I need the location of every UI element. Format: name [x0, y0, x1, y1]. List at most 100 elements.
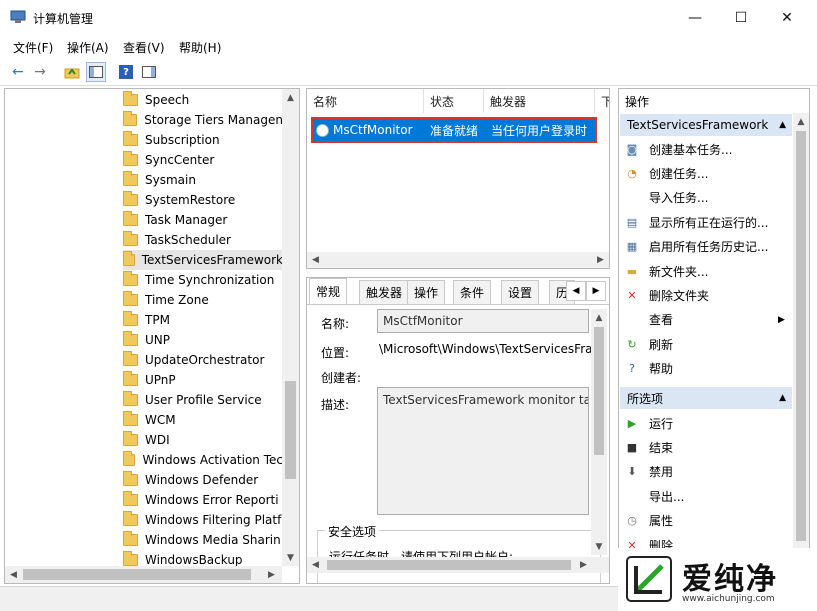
scroll-thumb[interactable]	[327, 560, 571, 570]
menu-file[interactable]: 文件(F)	[13, 39, 53, 56]
action-item[interactable]: 导出...	[625, 485, 684, 507]
scroll-right-icon[interactable]: ▶	[592, 252, 609, 268]
up-folder-button[interactable]	[62, 62, 82, 82]
tree-item-label: UpdateOrchestrator	[145, 353, 265, 367]
tree-item[interactable]: TPM	[123, 310, 283, 330]
folder-icon	[123, 111, 138, 126]
action-item[interactable]: ▤ 显示所有正在运行的...	[625, 211, 769, 233]
tree-item[interactable]: Storage Tiers Managen	[123, 110, 283, 130]
action-item[interactable]: ■ 结束	[625, 436, 673, 458]
action-label: 新文件夹...	[649, 264, 709, 279]
tab-scroll-left-icon[interactable]: ◀	[566, 281, 586, 301]
tree-item[interactable]: Task Manager	[123, 210, 283, 230]
forward-button[interactable]: →	[30, 62, 50, 82]
tree-item[interactable]: TaskScheduler	[123, 230, 283, 250]
tab-actions[interactable]: 操作	[407, 280, 446, 304]
tree-item[interactable]: TextServicesFramework	[123, 250, 283, 270]
name-field[interactable]: MsCtfMonitor	[377, 309, 589, 333]
tree-item[interactable]: User Profile Service	[123, 390, 283, 410]
scroll-right-icon[interactable]: ▶	[263, 566, 280, 583]
tree-item[interactable]: Windows Media Sharin	[123, 530, 283, 550]
action-item[interactable]: 查看 ▶	[625, 309, 785, 331]
tree-item[interactable]: UNP	[123, 330, 283, 350]
new-task-icon: ◔	[627, 166, 637, 180]
maximize-button[interactable]: ☐	[718, 0, 764, 36]
tree-item[interactable]: Windows Defender	[123, 470, 283, 490]
tree-vertical-scrollbar[interactable]: ▲ ▼	[282, 89, 299, 566]
tree-horizontal-scrollbar[interactable]: ◀ ▶	[5, 566, 282, 583]
menu-action[interactable]: 操作(A)	[67, 39, 109, 56]
console-tree-icon	[89, 66, 103, 78]
action-item[interactable]: ⬇ 禁用	[625, 461, 673, 483]
tree-item[interactable]: Windows Activation Tec	[123, 450, 283, 470]
action-item[interactable]: ↻ 刷新	[625, 333, 673, 355]
tab-conditions[interactable]: 条件	[453, 280, 492, 304]
tree-item[interactable]: Time Zone	[123, 290, 283, 310]
tree-item[interactable]: UPnP	[123, 370, 283, 390]
action-item[interactable]: ▬ 新文件夹...	[625, 260, 709, 282]
tree-item[interactable]: SystemRestore	[123, 190, 283, 210]
column-header-status[interactable]: 状态	[424, 89, 484, 113]
tree-item[interactable]: WDI	[123, 430, 283, 450]
menu-help[interactable]: 帮助(H)	[179, 39, 221, 56]
back-button[interactable]: ←	[8, 62, 28, 82]
scroll-thumb[interactable]	[285, 381, 296, 479]
action-item[interactable]: ◔ 创建任务...	[625, 162, 708, 184]
tree-item[interactable]: WCM	[123, 410, 283, 430]
show-action-pane-button[interactable]	[139, 62, 159, 82]
action-label: 查看	[649, 313, 674, 328]
tree-item[interactable]: UpdateOrchestrator	[123, 350, 283, 370]
column-header-next[interactable]: 下	[595, 89, 609, 113]
scroll-down-icon[interactable]: ▼	[591, 538, 607, 555]
section-textservicesframework[interactable]: TextServicesFramework ▲	[620, 114, 792, 136]
tree-item[interactable]: Windows Error Reporti	[123, 490, 283, 510]
tree-item[interactable]: Time Synchronization	[123, 270, 283, 290]
scroll-left-icon[interactable]: ◀	[5, 566, 22, 583]
column-header-name[interactable]: 名称	[307, 89, 424, 113]
scroll-up-icon[interactable]: ▲	[591, 309, 607, 326]
tree-item[interactable]: Subscription	[123, 130, 283, 150]
close-button[interactable]: ✕	[764, 0, 810, 36]
task-row-selected[interactable]: MsCtfMonitor 准备就绪 当任何用户登录时	[311, 117, 597, 143]
tree-item-label: Windows Activation Tec	[142, 453, 283, 467]
scroll-thumb[interactable]	[594, 327, 604, 455]
show-hide-tree-button[interactable]	[86, 62, 106, 82]
scroll-up-icon[interactable]: ▲	[793, 113, 809, 130]
scroll-thumb[interactable]	[23, 569, 251, 580]
scroll-up-icon[interactable]: ▲	[282, 89, 299, 106]
folder-icon	[123, 451, 136, 466]
menu-view[interactable]: 查看(V)	[123, 39, 165, 56]
blank-icon	[625, 313, 639, 327]
tree-item[interactable]: Speech	[123, 90, 283, 110]
actions-vertical-scrollbar[interactable]: ▲	[793, 113, 809, 583]
task-list-horizontal-scrollbar[interactable]: ◀ ▶	[307, 252, 609, 268]
description-field[interactable]: TextServicesFramework monitor tas	[377, 387, 589, 515]
action-item[interactable]: ▶ 运行	[625, 412, 673, 434]
action-item[interactable]: ✕ 删除文件夹	[625, 284, 709, 306]
action-item[interactable]: ◷ 属性	[625, 510, 673, 532]
folder-icon	[123, 271, 138, 286]
minimize-button[interactable]: —	[672, 0, 718, 36]
console-tree-pane: Speech Storage Tiers Managen Subscription S…	[4, 88, 300, 584]
help-button[interactable]: ?	[116, 62, 136, 82]
scroll-left-icon[interactable]: ◀	[307, 557, 324, 573]
tab-general[interactable]: 常规	[309, 278, 348, 304]
column-header-trigger[interactable]: 触发器	[484, 89, 595, 113]
tree-item[interactable]: Windows Filtering Platf	[123, 510, 283, 530]
scroll-right-icon[interactable]: ▶	[575, 557, 592, 573]
action-item[interactable]: ? 帮助	[625, 358, 673, 380]
tab-triggers[interactable]: 触发器	[359, 280, 410, 304]
scroll-thumb[interactable]	[796, 131, 806, 541]
tab-scroll-right-icon[interactable]: ▶	[586, 281, 606, 301]
section-selected-item[interactable]: 所选项 ▲	[620, 387, 792, 409]
details-vertical-scrollbar[interactable]: ▲ ▼	[591, 309, 607, 555]
tab-settings[interactable]: 设置	[501, 280, 540, 304]
tree-item[interactable]: Sysmain	[123, 170, 283, 190]
details-horizontal-scrollbar[interactable]: ◀ ▶	[307, 557, 609, 573]
action-item[interactable]: 导入任务...	[625, 187, 708, 209]
action-item[interactable]: ◙ 创建基本任务...	[625, 138, 733, 160]
action-item[interactable]: ▦ 启用所有任务历史记...	[625, 236, 769, 258]
scroll-down-icon[interactable]: ▼	[282, 549, 299, 566]
tree-item[interactable]: SyncCenter	[123, 150, 283, 170]
scroll-left-icon[interactable]: ◀	[307, 252, 324, 268]
